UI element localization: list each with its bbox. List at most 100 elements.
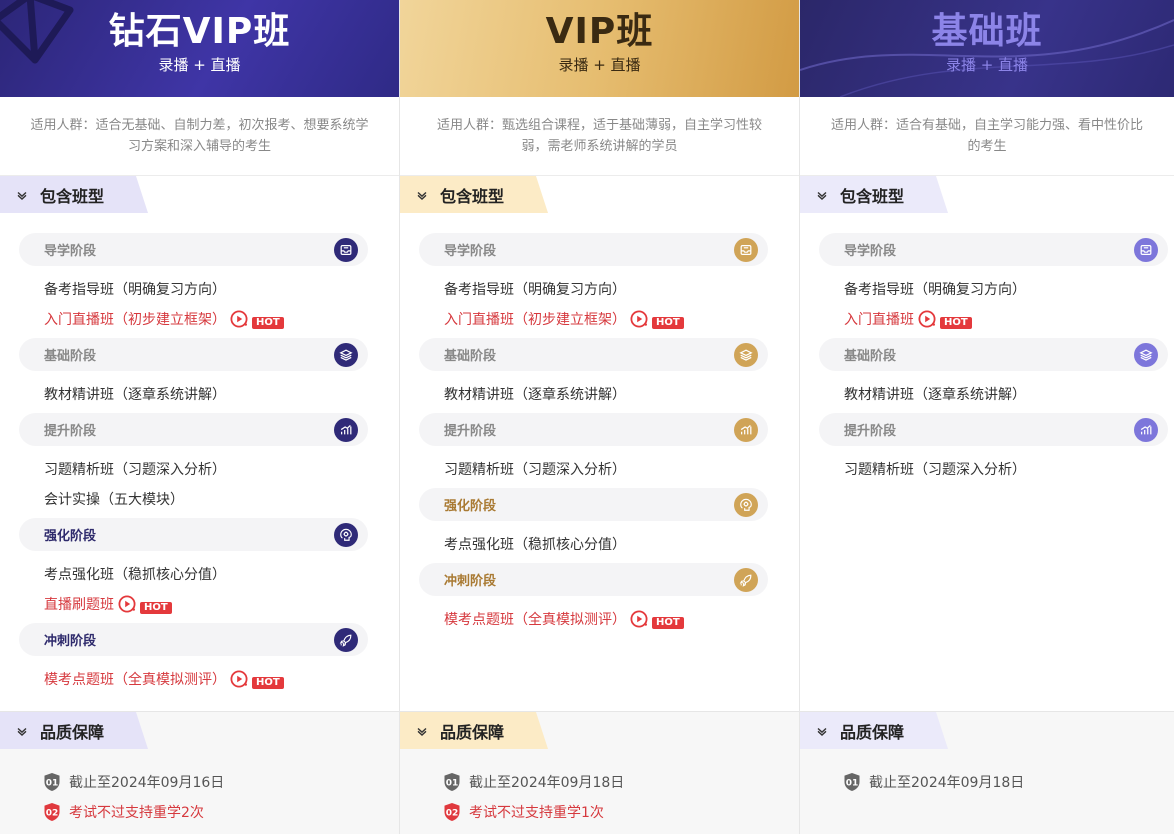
course-item[interactable]: 考点强化班（稳抓核心分值） [44,559,373,589]
section-tag-classes[interactable]: 包含班型 [0,176,135,213]
section-tag-label: 品质保障 [440,722,505,742]
svg-text:01: 01 [446,779,459,789]
course-item[interactable]: 直播刷题班 HOT [44,589,373,619]
class-comparison: 钻石VIP班 录播 + 直播 适用人群：适合无基础、自制力差，初次报考、想要系统学习… [0,0,1174,834]
chevron-down-icon [17,727,27,736]
course-item[interactable]: 入门直播班（初步建立框架） HOT [44,304,373,334]
hot-badge: HOT [652,317,684,329]
section-tag-quality[interactable]: 品质保障 [400,712,535,749]
course-list: 教材精讲班（逐章系统讲解） [819,371,1148,413]
suitable-audience: 适用人群：甄选组合课程，适于基础薄弱，自主学习性较弱，需老师系统讲解的学员 [400,97,799,176]
course-name: 备考指导班（明确复习方向） [844,282,1026,298]
stage-list: 导学阶段 备考指导班（明确复习方向） 入门直播班（初步建立框架） HOT 基础阶段 教材精… [400,213,799,638]
course-item[interactable]: 教材精讲班（逐章系统讲解） [44,379,373,409]
course-item[interactable]: 教材精讲班（逐章系统讲解） [844,379,1148,409]
quality-text: 截止至2024年09月18日 [869,775,1025,791]
course-item[interactable]: 会计实操（五大模块） [44,484,373,514]
quality-section: 品质保障 01 截止至2024年09月18日 [800,711,1174,834]
section-tag-label: 包含班型 [440,186,505,206]
stage-header: 基础阶段 [819,338,1168,371]
course-item[interactable]: 习题精析班（习题深入分析） [44,454,373,484]
quality-list: 01 截止至2024年09月18日 02 考试不过支持重学1次 [400,749,799,827]
rocket-icon [334,627,358,652]
course-name: 模考点题班（全真模拟测评） [444,612,626,628]
course-item[interactable]: 模考点题班（全真模拟测评） HOT [44,664,373,694]
quality-item: 01 截止至2024年09月16日 [43,767,399,797]
plan-column-basic: 基础班 录播 + 直播 适用人群：适合有基础，自主学习能力强、看中性价比的考生 包含班… [800,0,1174,834]
quality-list: 01 截止至2024年09月18日 [800,749,1174,797]
svg-text:01: 01 [46,779,59,789]
svg-text:02: 02 [46,809,59,819]
play-icon [630,310,648,328]
course-name: 入门直播班（初步建立框架） [444,312,626,328]
stage-header: 冲刺阶段 [19,623,368,656]
stage-name: 提升阶段 [44,424,97,439]
course-list: 备考指导班（明确复习方向） 入门直播班（初步建立框架） HOT [19,266,373,338]
chevron-down-icon [417,727,427,736]
brain-icon [334,522,358,547]
course-name: 考点强化班（稳抓核心分值） [44,567,226,583]
section-tag-classes[interactable]: 包含班型 [800,176,935,213]
section-tag-label: 品质保障 [840,722,905,742]
course-list: 教材精讲班（逐章系统讲解） [19,371,373,413]
play-icon [230,310,248,328]
quality-text: 截止至2024年09月18日 [469,775,625,791]
play-icon [918,310,936,328]
course-name: 考点强化班（稳抓核心分值） [444,537,626,553]
hot-badge: HOT [252,317,284,329]
inbox-icon [734,237,758,262]
stage-header: 提升阶段 [19,413,368,446]
course-list: 习题精析班（习题深入分析） 会计实操（五大模块） [19,446,373,518]
quality-text: 截止至2024年09月16日 [69,775,225,791]
plan-header: 钻石VIP班 录播 + 直播 [0,0,399,97]
course-item[interactable]: 备考指导班（明确复习方向） [44,274,373,304]
course-list: 模考点题班（全真模拟测评） HOT [419,596,773,638]
stage-name: 冲刺阶段 [44,634,97,649]
stage-name: 基础阶段 [444,349,497,364]
layers-icon [1134,342,1158,367]
stage-header: 基础阶段 [19,338,368,371]
course-item[interactable]: 考点强化班（稳抓核心分值） [444,529,773,559]
course-list: 模考点题班（全真模拟测评） HOT [19,656,373,698]
chevron-down-icon [17,191,27,200]
course-list: 备考指导班（明确复习方向） 入门直播班 HOT [819,266,1148,338]
stage-list: 导学阶段备考指导班（明确复习方向） 入门直播班（初步建立框架） HOT 基础阶段教材精… [0,213,399,698]
course-item[interactable]: 习题精析班（习题深入分析） [844,454,1148,484]
course-item[interactable]: 备考指导班（明确复习方向） [444,274,773,304]
chevron-down-icon [417,191,427,200]
course-item[interactable]: 入门直播班（初步建立框架） HOT [444,304,773,334]
stage-name: 冲刺阶段 [444,574,497,589]
stage-name: 基础阶段 [844,349,897,364]
plan-column-diamond: 钻石VIP班 录播 + 直播 适用人群：适合无基础、自制力差，初次报考、想要系统学习… [0,0,400,834]
stage-name: 强化阶段 [44,529,97,544]
stage-header: 基础阶段 [419,338,768,371]
course-item[interactable]: 备考指导班（明确复习方向） [844,274,1148,304]
chart-icon [334,417,358,442]
section-tag-label: 包含班型 [40,186,105,206]
stage-header: 导学阶段 [19,233,368,266]
course-name: 教材精讲班（逐章系统讲解） [444,387,626,403]
stage-header: 提升阶段 [419,413,768,446]
course-item[interactable]: 习题精析班（习题深入分析） [444,454,773,484]
play-icon [630,610,648,628]
stage-header: 强化阶段 [19,518,368,551]
course-item[interactable]: 入门直播班 HOT [844,304,1148,334]
course-name: 入门直播班（初步建立框架） [44,312,226,328]
section-tag-quality[interactable]: 品质保障 [800,712,935,749]
plan-title: VIP班 [545,11,654,52]
quality-item: 01 截止至2024年09月18日 [443,767,799,797]
layers-icon [734,342,758,367]
stage-name: 强化阶段 [444,499,497,514]
stage-name: 导学阶段 [44,244,97,259]
course-item[interactable]: 教材精讲班（逐章系统讲解） [444,379,773,409]
course-list: 习题精析班（习题深入分析） [419,446,773,488]
plan-header: VIP班 录播 + 直播 [400,0,799,97]
section-tag-quality[interactable]: 品质保障 [0,712,135,749]
hot-badge: HOT [940,317,972,329]
plan-column-vip: VIP班 录播 + 直播 适用人群：甄选组合课程，适于基础薄弱，自主学习性较弱，需老… [400,0,800,834]
quality-text: 考试不过支持重学2次 [69,805,204,821]
section-tag-classes[interactable]: 包含班型 [400,176,535,213]
course-item[interactable]: 模考点题班（全真模拟测评） HOT [444,604,773,634]
inbox-icon [1134,237,1158,262]
quality-item: 01 截止至2024年09月18日 [843,767,1174,797]
